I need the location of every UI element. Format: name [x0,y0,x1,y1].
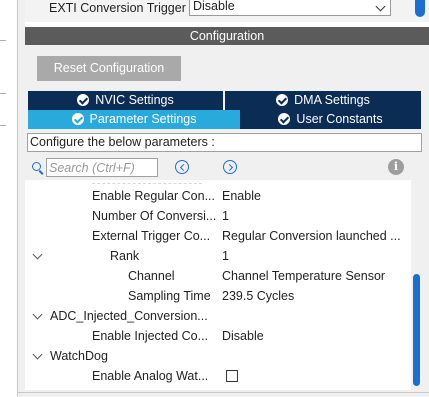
param-value[interactable]: 1 [222,246,229,266]
tab-user-constants[interactable]: User Constants [240,110,421,129]
group-watchdog[interactable]: WatchDog [50,346,108,366]
splitter[interactable] [18,0,25,397]
check-circle-icon [77,94,90,106]
clipped-row-edge [92,180,202,184]
check-circle-icon [71,113,84,125]
tab-parameter-settings[interactable]: Parameter Settings [28,110,240,129]
check-circle-icon [276,94,289,106]
chevron-down-icon [375,1,386,12]
top-scrollbar-thumb[interactable] [415,0,425,17]
param-enable-injected-conversion[interactable]: Enable Injected Co... [92,326,208,346]
chevron-right-icon[interactable] [223,160,237,174]
reset-configuration-button[interactable]: Reset Configuration [37,56,181,81]
tab-nvic-settings[interactable]: NVIC Settings [28,91,223,110]
param-number-of-conversion[interactable]: Number Of Conversi... [92,206,216,226]
param-rank[interactable]: Rank [110,246,139,266]
configure-parameters-label: Configure the below parameters : [27,133,422,152]
tab-label: DMA Settings [294,93,370,107]
param-channel[interactable]: Channel [128,266,175,286]
param-value[interactable]: Disable [222,326,264,346]
exti-trigger-select[interactable]: Disable [189,0,391,16]
tree-scrollbar-thumb[interactable] [413,274,420,386]
param-sampling-time[interactable]: Sampling Time [128,286,211,306]
param-enable-analog-watchdog[interactable]: Enable Analog Wat... [92,366,208,386]
param-value[interactable]: Channel Temperature Sensor [222,266,385,286]
tab-label: User Constants [296,112,383,126]
param-external-trigger[interactable]: External Trigger Co... [92,226,210,246]
panel-tick [0,93,6,94]
analog-watchdog-checkbox[interactable] [226,370,238,382]
chevron-left-icon[interactable] [175,160,189,174]
check-circle-icon [278,113,291,125]
param-value[interactable]: 239.5 Cycles [222,286,294,306]
group-adc-injected-conversion[interactable]: ADC_Injected_Conversion... [50,306,208,326]
panel-tick [0,40,6,41]
search-input[interactable] [46,158,158,177]
exti-trigger-value: Disable [193,0,235,13]
exti-trigger-label: EXTI Conversion Trigger [49,1,186,15]
configuration-header: Configuration [25,27,429,45]
tab-label: Parameter Settings [89,112,197,126]
tab-dma-settings[interactable]: DMA Settings [225,91,421,110]
info-icon[interactable]: i [388,159,404,175]
param-value[interactable]: Enable [222,186,261,206]
bottom-divider [18,392,429,393]
param-enable-regular-conversion[interactable]: Enable Regular Con... [92,186,215,206]
search-icon [32,162,41,171]
param-value[interactable]: Regular Conversion launched ... [222,226,401,246]
tab-label: NVIC Settings [95,93,174,107]
param-value[interactable]: 1 [222,206,229,226]
adjacent-panel-edge [0,0,18,397]
panel-tick [0,125,6,126]
